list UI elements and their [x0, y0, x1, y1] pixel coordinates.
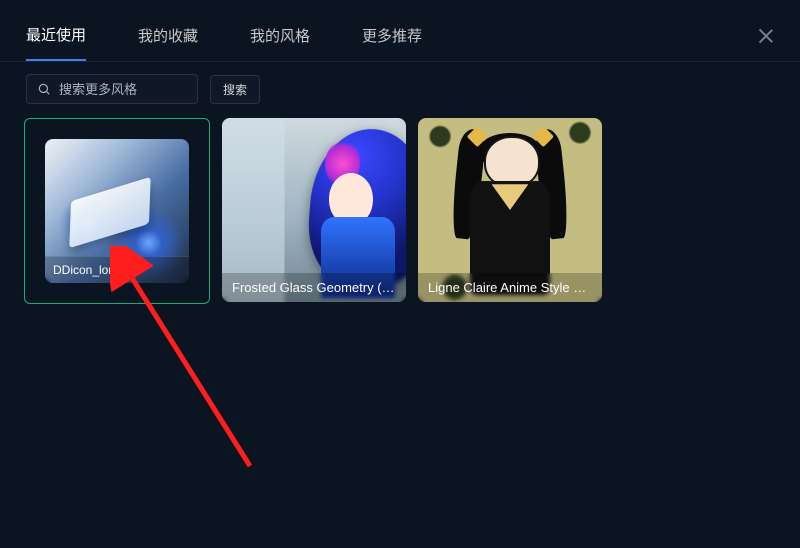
- search-row: 搜索: [0, 62, 800, 104]
- tab-favorites[interactable]: 我的收藏: [138, 25, 198, 60]
- tab-more[interactable]: 更多推荐: [362, 25, 422, 60]
- search-button[interactable]: 搜索: [210, 75, 260, 104]
- style-grid: DDicon_lora Frosted Glass Geometry (mic.…: [0, 104, 800, 318]
- search-icon: [37, 82, 51, 96]
- style-card-title: DDicon_lora: [45, 256, 189, 283]
- style-card[interactable]: Ligne Claire Anime Style LoRA: [418, 118, 602, 302]
- style-card-title: Frosted Glass Geometry (mic...: [222, 273, 406, 302]
- close-icon[interactable]: [758, 28, 774, 44]
- style-card-title: Ligne Claire Anime Style LoRA: [418, 273, 602, 302]
- tab-bar: 最近使用 我的收藏 我的风格 更多推荐: [0, 0, 800, 61]
- style-card[interactable]: DDicon_lora: [45, 139, 189, 283]
- tab-recent[interactable]: 最近使用: [26, 24, 86, 61]
- search-input[interactable]: [57, 81, 187, 98]
- search-box[interactable]: [26, 74, 198, 104]
- tab-my-styles[interactable]: 我的风格: [250, 25, 310, 60]
- selected-style-slot: DDicon_lora: [24, 118, 210, 304]
- style-picker-panel: 最近使用 我的收藏 我的风格 更多推荐 搜索 DDicon_lora Frost…: [0, 0, 800, 548]
- style-card[interactable]: Frosted Glass Geometry (mic...: [222, 118, 406, 302]
